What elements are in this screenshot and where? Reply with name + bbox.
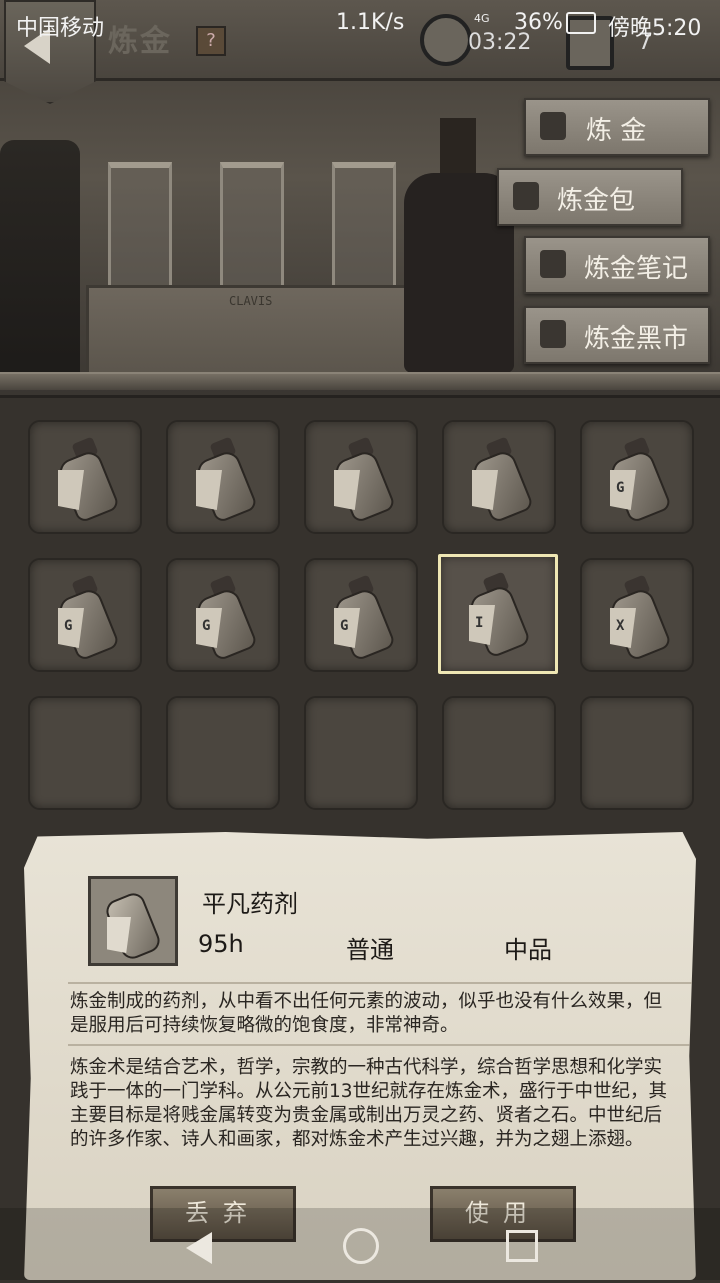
inventory-slot[interactable] <box>304 420 418 534</box>
inventory-slot[interactable]: X <box>580 558 694 672</box>
menu-label: 炼金笔记 <box>584 254 689 284</box>
clock-text: 傍晚5:20 <box>608 16 702 41</box>
item-description: 炼金制成的药剂，从中看不出任何元素的波动，似乎也没有什么效果，但是服用后可持续恢… <box>70 991 663 1036</box>
dark-bottle <box>404 118 514 378</box>
inventory-slot[interactable] <box>28 696 142 810</box>
inventory-slot[interactable] <box>580 696 694 810</box>
potion-rune: G <box>64 618 73 634</box>
carrier-text: 中国移动 <box>16 16 105 41</box>
inventory-slot[interactable] <box>304 696 418 810</box>
nav-recent-icon[interactable] <box>506 1230 538 1262</box>
shop-icon <box>540 320 566 348</box>
potion-icon: G <box>55 574 121 662</box>
menu-alchemy-button[interactable]: 炼 金 <box>524 98 710 156</box>
inventory-slot[interactable] <box>28 420 142 534</box>
menu-label: 炼金包 <box>557 186 636 216</box>
cauldron-icon <box>540 112 566 140</box>
item-name: 平凡药剂 <box>202 890 298 918</box>
potion-icon: I <box>466 571 532 659</box>
potion-rune: G <box>616 480 625 496</box>
potion-icon <box>469 436 535 524</box>
menu-notes-button[interactable]: 炼金笔记 <box>524 236 710 294</box>
potion-icon <box>55 436 121 524</box>
potion-icon: X <box>607 574 673 662</box>
shelf <box>0 372 720 390</box>
item-duration: 95h <box>198 930 244 958</box>
menu-market-button[interactable]: 炼金黑市 <box>524 306 710 364</box>
item-rarity: 普通 <box>346 936 394 964</box>
inventory-slot[interactable]: G <box>304 558 418 672</box>
item-lore: 炼金术是结合艺术，哲学，宗教的一种古代科学，综合哲学思想和化学实践于一体的一门学… <box>70 1057 668 1150</box>
wooden-crate: CLAVIS <box>86 285 422 383</box>
potion-icon <box>331 436 397 524</box>
potion-icon: G <box>193 574 259 662</box>
potion-rune: G <box>340 618 349 634</box>
battery-icon <box>566 12 596 34</box>
inventory-slot[interactable]: G <box>166 558 280 672</box>
inventory-slot[interactable] <box>166 420 280 534</box>
divider <box>68 982 694 984</box>
menu-label: 炼 金 <box>586 116 647 146</box>
divider <box>68 1044 694 1046</box>
inventory-slot[interactable]: G <box>28 558 142 672</box>
network-type: 4G <box>474 12 490 25</box>
alchemy-scene: CLAVIS 03:22 7 炼金 ? 炼 金 炼金包 炼金笔记 炼金黑市 <box>0 0 720 395</box>
potion-icon: G <box>607 436 673 524</box>
crate-label: CLAVIS <box>229 294 273 308</box>
inventory-slot[interactable]: G <box>580 420 694 534</box>
nav-home-icon[interactable] <box>343 1228 379 1264</box>
book-icon <box>540 250 566 278</box>
inventory-slot[interactable] <box>166 696 280 810</box>
potion-icon: G <box>331 574 397 662</box>
potion-rune: G <box>202 618 211 634</box>
inventory-slot[interactable] <box>442 696 556 810</box>
item-quality: 中品 <box>504 936 552 964</box>
oil-lamp <box>0 140 80 380</box>
menu-label: 炼金黑市 <box>584 324 689 354</box>
status-bar: 中国移动 1.1K/s 4G 36% 傍晚5:20 <box>0 0 720 48</box>
backpack-icon <box>513 182 539 210</box>
nav-back-icon[interactable] <box>186 1232 212 1264</box>
network-speed: 1.1K/s <box>336 10 405 35</box>
navigation-bar <box>0 1208 720 1280</box>
potion-icon <box>88 876 178 966</box>
battery-percent: 36% <box>514 10 563 35</box>
menu-bag-button[interactable]: 炼金包 <box>497 168 683 226</box>
potion-rune: I <box>475 615 484 631</box>
potion-icon <box>193 436 259 524</box>
potion-rune: X <box>616 618 625 634</box>
inventory-slot-selected[interactable]: I <box>438 554 558 674</box>
inventory-slot[interactable] <box>442 420 556 534</box>
